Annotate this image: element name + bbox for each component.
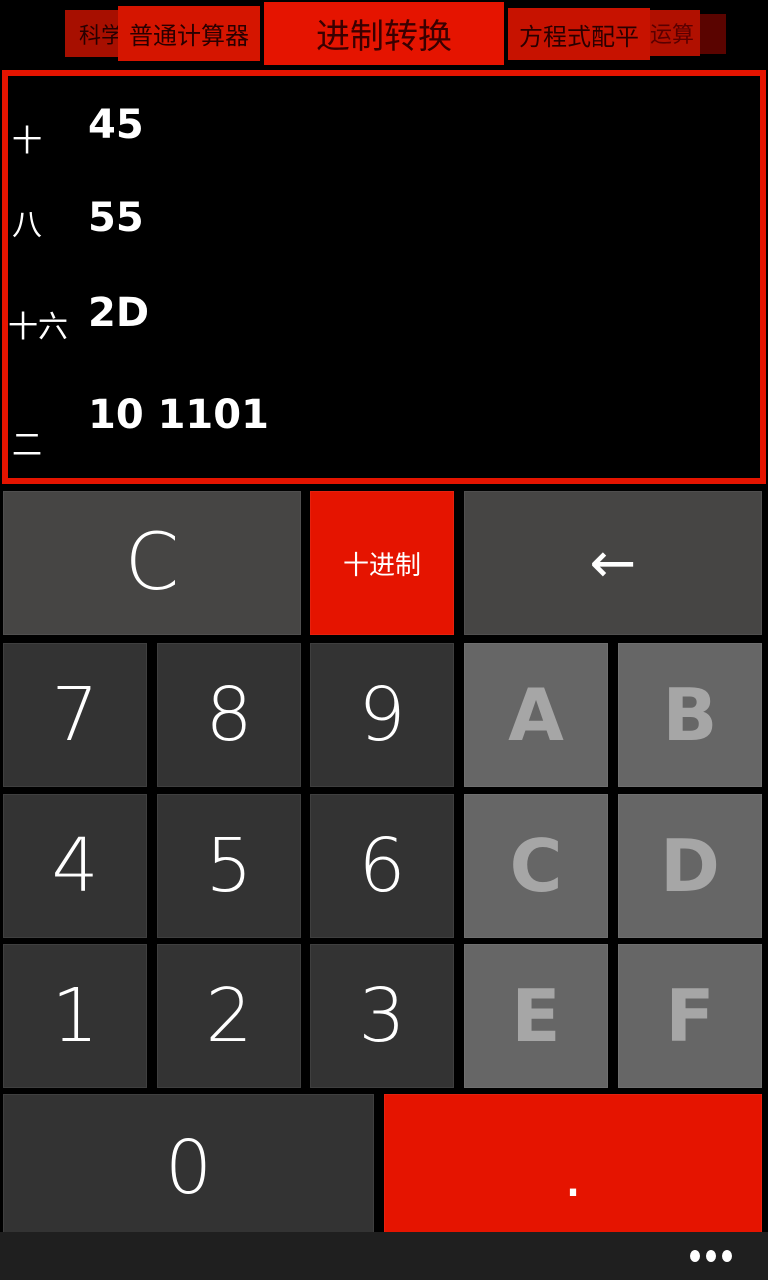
backspace-arrow-icon: ← bbox=[589, 530, 637, 596]
digit-2-label: 2 bbox=[205, 973, 253, 1059]
hex-e-label: E bbox=[511, 974, 561, 1058]
hex-f-button: F bbox=[618, 944, 762, 1088]
digit-8-label: 8 bbox=[205, 672, 253, 758]
hex-b-label: B bbox=[662, 673, 718, 757]
tab-standard[interactable]: 普通计算器 bbox=[118, 6, 260, 61]
hex-e-button: E bbox=[464, 944, 608, 1088]
base-mode-button[interactable]: 十进制 bbox=[310, 491, 454, 635]
digit-6-label: 6 bbox=[358, 823, 406, 909]
hexadecimal-label: 十六 bbox=[8, 310, 68, 345]
hex-f-label: F bbox=[665, 974, 715, 1058]
digit-5-label: 5 bbox=[205, 823, 253, 909]
digit-3-button[interactable]: 3 bbox=[310, 944, 454, 1088]
digit-7-label: 7 bbox=[51, 672, 99, 758]
tab-equation-balance[interactable]: 方程式配平 bbox=[508, 8, 650, 60]
application-bar bbox=[0, 1232, 768, 1280]
clear-button[interactable]: C bbox=[3, 491, 301, 635]
digit-4-label: 4 bbox=[51, 823, 99, 909]
ellipsis-dot bbox=[706, 1250, 716, 1262]
digit-4-button[interactable]: 4 bbox=[3, 794, 147, 938]
octal-label: 八 bbox=[12, 208, 42, 243]
decimal-label: 十 bbox=[12, 124, 42, 159]
binary-value: 10 1101 bbox=[88, 392, 269, 438]
ellipsis-icon[interactable] bbox=[690, 1250, 732, 1262]
ellipsis-dot bbox=[722, 1250, 732, 1262]
digit-1-button[interactable]: 1 bbox=[3, 944, 147, 1088]
pivot-header: 科学 方程运算 普通计算器 方程式配平 进制转换 bbox=[0, 0, 768, 68]
digit-0-label: 0 bbox=[164, 1125, 213, 1211]
digit-9-label: 9 bbox=[358, 672, 406, 758]
decimal-value: 45 bbox=[88, 102, 144, 148]
digit-9-button[interactable]: 9 bbox=[310, 643, 454, 787]
digit-8-button[interactable]: 8 bbox=[157, 643, 301, 787]
clear-button-label: C bbox=[124, 518, 180, 608]
tab-base-conversion-label: 进制转换 bbox=[316, 17, 452, 57]
digit-6-button[interactable]: 6 bbox=[310, 794, 454, 938]
ellipsis-dot bbox=[690, 1250, 700, 1262]
binary-label: 二 bbox=[12, 428, 42, 463]
tab-equation-balance-label: 方程式配平 bbox=[519, 22, 639, 51]
tab-overflow-shadow bbox=[700, 14, 726, 54]
base-mode-label: 十进制 bbox=[342, 550, 421, 581]
backspace-button[interactable]: ← bbox=[464, 491, 762, 635]
hex-c-button: C bbox=[464, 794, 608, 938]
octal-value: 55 bbox=[88, 195, 144, 241]
tab-standard-label: 普通计算器 bbox=[129, 22, 249, 50]
digit-7-button[interactable]: 7 bbox=[3, 643, 147, 787]
hex-d-button: D bbox=[618, 794, 762, 938]
digit-0-button[interactable]: 0 bbox=[3, 1094, 374, 1244]
hex-d-label: D bbox=[660, 824, 720, 908]
hex-a-button: A bbox=[464, 643, 608, 787]
tab-scientific-label: 科学 bbox=[79, 23, 124, 49]
hex-b-button: B bbox=[618, 643, 762, 787]
hexadecimal-value: 2D bbox=[88, 290, 150, 336]
digit-3-label: 3 bbox=[358, 973, 406, 1059]
decimal-point-label: . bbox=[563, 1141, 583, 1211]
digit-5-button[interactable]: 5 bbox=[157, 794, 301, 938]
hex-a-label: A bbox=[508, 673, 564, 757]
conversion-display: 十 45 八 55 十六 2D 二 10 1101 bbox=[2, 70, 766, 484]
digit-1-label: 1 bbox=[51, 973, 99, 1059]
hex-c-label: C bbox=[509, 824, 563, 908]
decimal-point-button[interactable]: . bbox=[384, 1094, 762, 1244]
digit-2-button[interactable]: 2 bbox=[157, 944, 301, 1088]
tab-base-conversion[interactable]: 进制转换 bbox=[264, 2, 504, 65]
